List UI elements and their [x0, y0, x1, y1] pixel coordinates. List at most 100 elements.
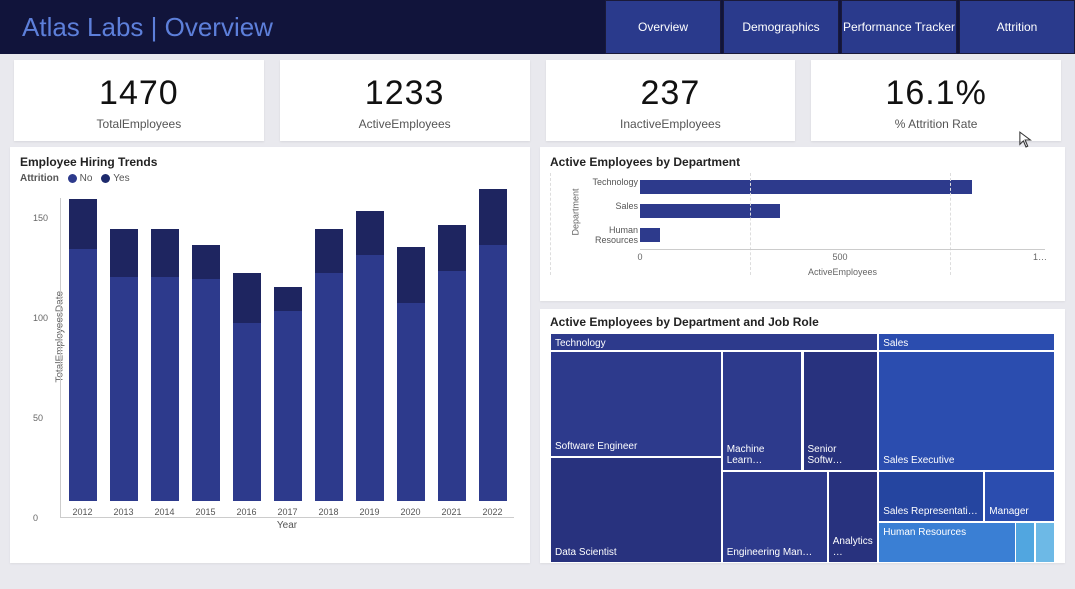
- treemap-cell: Software Engineer: [550, 351, 722, 457]
- x-tick: 2020: [400, 507, 420, 517]
- legend-dot-yes-icon: [101, 174, 110, 183]
- bar-stack: [438, 225, 466, 501]
- bar-stack: [356, 211, 384, 501]
- kpi-value: 1470: [18, 74, 260, 113]
- bar-segment-no: [151, 277, 179, 501]
- bar-segment-yes: [438, 225, 466, 271]
- bar-segment-yes: [151, 229, 179, 277]
- legend-dot-no-icon: [68, 174, 77, 183]
- bar-segment-no: [315, 273, 343, 501]
- bar-segment-no: [479, 245, 507, 501]
- x-tick: 500: [832, 252, 847, 262]
- kpi-attrition-rate: 16.1% % Attrition Rate: [811, 60, 1061, 141]
- treemap-cell: Data Scientist: [550, 457, 722, 563]
- legend-no: No: [80, 173, 93, 184]
- bar-segment-yes: [479, 189, 507, 245]
- bar-column: 2022: [477, 189, 508, 517]
- kpi-label: InactiveEmployees: [550, 117, 792, 131]
- bar-column: 2012: [67, 199, 98, 517]
- treemap-cell: [1035, 522, 1055, 563]
- bar-segment-no: [438, 271, 466, 501]
- kpi-value: 16.1%: [815, 74, 1057, 113]
- bar-segment-yes: [315, 229, 343, 273]
- treemap-cell: Senior Softw…: [803, 351, 879, 471]
- nav-tabs: Overview Demographics Performance Tracke…: [605, 0, 1075, 54]
- bar-column: 2015: [190, 245, 221, 517]
- kpi-label: TotalEmployees: [18, 117, 260, 131]
- bar-stack: [151, 229, 179, 501]
- bar-segment-yes: [233, 273, 261, 323]
- legend-yes: Yes: [113, 173, 129, 184]
- bar-segment-no: [397, 303, 425, 501]
- x-tick: 2022: [482, 507, 502, 517]
- bar-column: 2014: [149, 229, 180, 517]
- x-tick: 1…: [1033, 252, 1047, 262]
- treemap-cell: Manager: [984, 471, 1055, 522]
- treemap-cell: Engineering Man…: [722, 471, 828, 563]
- treemap-cell: Sales Representati…: [878, 471, 984, 522]
- chart-title: Active Employees by Department: [550, 155, 1055, 169]
- treemap-group-technology: Technology: [550, 333, 878, 351]
- bar-stack: [479, 189, 507, 501]
- treemap-cell: [1015, 522, 1035, 563]
- title-area: Atlas Labs | Overview: [0, 0, 605, 54]
- bar-segment-no: [274, 311, 302, 501]
- hbar-row: Sales: [640, 201, 1045, 221]
- bar-column: 2019: [354, 211, 385, 517]
- kpi-label: ActiveEmployees: [284, 117, 526, 131]
- tab-demographics[interactable]: Demographics: [723, 0, 839, 54]
- bar-stack: [110, 229, 138, 501]
- dept-hbar-chart: Department TechnologySalesHuman Resource…: [550, 173, 1055, 293]
- kpi-value: 237: [550, 74, 792, 113]
- treemap-cell: Machine Learn…: [722, 351, 803, 471]
- bar-segment-no: [356, 255, 384, 501]
- treemap-group-sales: Sales: [878, 333, 1055, 351]
- kpi-total-employees: 1470 TotalEmployees: [14, 60, 264, 141]
- tab-performance-tracker[interactable]: Performance Tracker: [841, 0, 957, 54]
- bar-column: 2016: [231, 273, 262, 517]
- x-tick: 2012: [72, 507, 92, 517]
- bar-column: 2021: [436, 225, 467, 517]
- y-tick: 0: [33, 513, 38, 523]
- hbar-bar: [640, 204, 780, 218]
- bar-segment-yes: [356, 211, 384, 255]
- y-tick: 50: [33, 413, 43, 423]
- x-tick: 2016: [236, 507, 256, 517]
- hbar-bar: [640, 180, 972, 194]
- kpi-row: 1470 TotalEmployees 1233 ActiveEmployees…: [10, 60, 1065, 141]
- grid-line: [550, 173, 551, 275]
- page-title: Atlas Labs | Overview: [22, 12, 273, 43]
- tab-overview[interactable]: Overview: [605, 0, 721, 54]
- dept-bar-card[interactable]: Active Employees by Department Departmen…: [540, 147, 1065, 301]
- bar-stack: [69, 199, 97, 501]
- treemap-cell: Sales Executive: [878, 351, 1055, 471]
- kpi-label: % Attrition Rate: [815, 117, 1057, 131]
- bar-segment-yes: [69, 199, 97, 249]
- treemap-card[interactable]: Active Employees by Department and Job R…: [540, 309, 1065, 563]
- bar-stack: [192, 245, 220, 501]
- x-tick: 2019: [359, 507, 379, 517]
- chart-legend: Attrition No Yes: [20, 173, 520, 184]
- content-grid: 1470 TotalEmployees 1233 ActiveEmployees…: [0, 54, 1075, 563]
- x-axis-label: ActiveEmployees: [640, 267, 1045, 277]
- treemap-chart: Technology Software Engineer Data Scient…: [550, 333, 1055, 563]
- cursor-icon: [1019, 131, 1033, 149]
- bar-column: 2020: [395, 247, 426, 517]
- bar-stack: [397, 247, 425, 501]
- chart-title: Employee Hiring Trends: [20, 155, 520, 169]
- hiring-bar-chart: TotalEmployeesDate 050100150201220132014…: [20, 188, 520, 548]
- x-tick: 2014: [154, 507, 174, 517]
- bar-segment-yes: [192, 245, 220, 279]
- bar-stack: [315, 229, 343, 501]
- kpi-value: 1233: [284, 74, 526, 113]
- right-column: Active Employees by Department Departmen…: [540, 147, 1065, 563]
- kpi-active-employees: 1233 ActiveEmployees: [280, 60, 530, 141]
- hbar-label: Technology: [564, 177, 638, 187]
- tab-attrition[interactable]: Attrition: [959, 0, 1075, 54]
- hbar-bar: [640, 228, 660, 242]
- hiring-trends-card[interactable]: Employee Hiring Trends Attrition No Yes …: [10, 147, 530, 563]
- kpi-inactive-employees: 237 InactiveEmployees: [546, 60, 796, 141]
- hbar-label: Human Resources: [564, 225, 638, 245]
- hbar-row: Human Resources: [640, 225, 1045, 245]
- x-tick: 0: [637, 252, 642, 262]
